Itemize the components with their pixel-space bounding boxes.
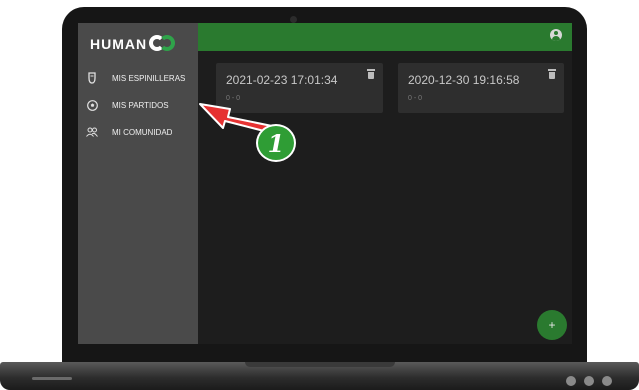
- soccer-ball-icon: [86, 99, 98, 111]
- match-card[interactable]: 2021-02-23 17:01:34 0 - 0: [216, 63, 383, 113]
- laptop-slot: [32, 377, 72, 380]
- people-icon: [86, 126, 98, 138]
- sidebar-item-label: MIS PARTIDOS: [112, 100, 169, 110]
- logo-mark-icon: [149, 33, 176, 55]
- top-app-bar: [198, 23, 572, 51]
- match-date: 2021-02-23 17:01:34: [226, 73, 338, 87]
- trash-icon[interactable]: [548, 69, 556, 79]
- trash-icon[interactable]: [367, 69, 375, 79]
- sidebar: HUMAN MIS ESPINILLERAS MIS PARTIDOS MI C…: [78, 23, 198, 344]
- match-card[interactable]: 2020-12-30 19:16:58 0 - 0: [398, 63, 564, 113]
- webcam: [290, 16, 297, 23]
- laptop-notch: [245, 362, 395, 367]
- laptop-base: [0, 362, 639, 390]
- match-score: 0 - 0: [408, 95, 423, 102]
- shin-guard-icon: [86, 72, 98, 84]
- sidebar-item-mis-partidos[interactable]: MIS PARTIDOS: [86, 97, 169, 113]
- sidebar-item-mi-comunidad[interactable]: MI COMUNIDAD: [86, 124, 172, 140]
- account-circle-icon[interactable]: [550, 29, 562, 41]
- app-screen: HUMAN MIS ESPINILLERAS MIS PARTIDOS MI C…: [78, 23, 572, 344]
- sidebar-item-label: MI COMUNIDAD: [112, 127, 173, 137]
- indicator-light: [584, 376, 594, 386]
- match-date: 2020-12-30 19:16:58: [408, 73, 520, 87]
- match-score: 0 - 0: [226, 95, 241, 102]
- app-logo: HUMAN: [90, 33, 176, 55]
- indicator-light: [566, 376, 576, 386]
- add-match-button[interactable]: +: [537, 310, 567, 340]
- logo-text: HUMAN: [90, 36, 148, 52]
- sidebar-item-label: MIS ESPINILLERAS: [112, 73, 186, 83]
- indicator-light: [602, 376, 612, 386]
- sidebar-item-mis-espinilleras[interactable]: MIS ESPINILLERAS: [86, 70, 185, 86]
- step-badge: 1: [256, 124, 296, 162]
